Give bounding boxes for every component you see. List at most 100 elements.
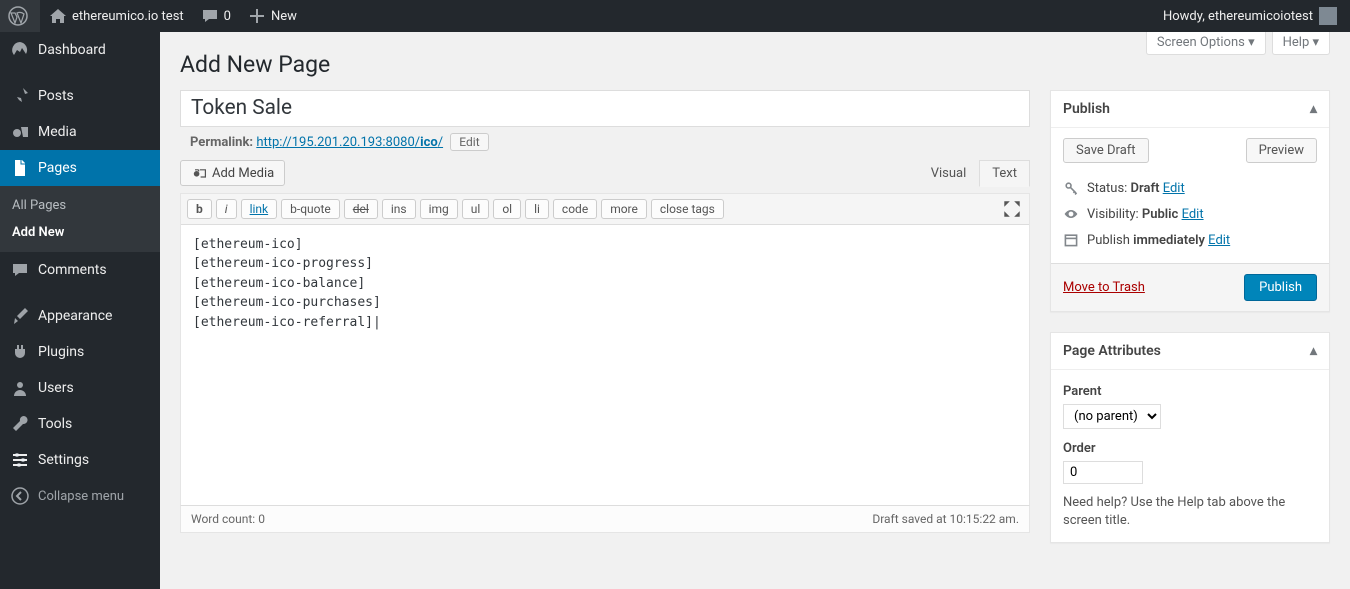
parent-select[interactable]: (no parent) xyxy=(1063,404,1161,429)
editor-tabs: Visual Text xyxy=(918,160,1030,187)
permalink-link[interactable]: http://195.201.20.193:8080/ico/ xyxy=(256,135,443,150)
media-icon xyxy=(10,122,30,142)
my-account[interactable]: Howdy, ethereumicoiotest xyxy=(1155,0,1345,32)
edit-slug-button[interactable]: Edit xyxy=(450,133,488,151)
save-draft-button[interactable]: Save Draft xyxy=(1063,138,1149,163)
qt-link[interactable]: link xyxy=(241,199,278,219)
sidebar-item-dashboard[interactable]: Dashboard xyxy=(0,32,160,68)
order-label: Order xyxy=(1063,441,1317,456)
sidebar-item-settings[interactable]: Settings xyxy=(0,442,160,478)
preview-button[interactable]: Preview xyxy=(1246,138,1317,163)
caret-up-icon: ▴ xyxy=(1310,343,1317,359)
new-content-link[interactable]: New xyxy=(239,0,305,32)
word-count: Word count: 0 xyxy=(191,512,265,526)
tab-text[interactable]: Text xyxy=(979,160,1030,187)
order-input[interactable] xyxy=(1063,461,1143,484)
collapse-label: Collapse menu xyxy=(38,489,124,504)
sidebar-label: Tools xyxy=(38,416,72,432)
comment-icon xyxy=(10,260,30,280)
edit-status-link[interactable]: Edit xyxy=(1163,181,1185,196)
admin-sidebar: Dashboard Posts Media Pages All Pages Ad… xyxy=(0,32,160,589)
brush-icon xyxy=(10,306,30,326)
admin-toolbar: ethereumico.io test 0 New Howdy, ethereu… xyxy=(0,0,1350,32)
qt-img[interactable]: img xyxy=(420,199,458,219)
move-to-trash-link[interactable]: Move to Trash xyxy=(1063,280,1145,295)
sidebar-item-pages[interactable]: Pages xyxy=(0,150,160,186)
qt-code[interactable]: code xyxy=(553,199,597,219)
content-textarea[interactable]: [ethereum-ico] [ethereum-ico-progress] [… xyxy=(181,225,1029,505)
caret-up-icon: ▴ xyxy=(1310,101,1317,117)
sidebar-item-plugins[interactable]: Plugins xyxy=(0,334,160,370)
qt-ol[interactable]: ol xyxy=(493,199,521,219)
add-media-button[interactable]: Add Media xyxy=(180,160,285,186)
publish-box-header[interactable]: Publish ▴ xyxy=(1051,91,1329,128)
help-button[interactable]: Help xyxy=(1272,32,1330,55)
screen-meta: Screen Options Help xyxy=(1146,32,1330,55)
sidebar-label: Settings xyxy=(38,452,89,468)
wrench-icon xyxy=(10,414,30,434)
avatar xyxy=(1319,7,1337,25)
qt-italic[interactable]: i xyxy=(216,199,237,219)
new-label: New xyxy=(271,9,297,24)
sidebar-item-appearance[interactable]: Appearance xyxy=(0,298,160,334)
home-icon xyxy=(48,6,68,26)
qt-close[interactable]: close tags xyxy=(651,199,724,219)
attrs-help-text: Need help? Use the Help tab above the sc… xyxy=(1063,494,1317,530)
sidebar-label: Dashboard xyxy=(38,42,106,58)
edit-schedule-link[interactable]: Edit xyxy=(1208,233,1230,248)
visibility-row: Visibility: Public Edit xyxy=(1063,201,1317,227)
fullscreen-icon[interactable] xyxy=(1001,198,1023,220)
attrs-box-title: Page Attributes xyxy=(1063,343,1161,359)
site-name-link[interactable]: ethereumico.io test xyxy=(40,0,192,32)
parent-label: Parent xyxy=(1063,384,1317,399)
sidebar-item-media[interactable]: Media xyxy=(0,114,160,150)
screen-options-button[interactable]: Screen Options xyxy=(1146,32,1266,55)
comment-icon xyxy=(200,6,220,26)
sidebar-label: Posts xyxy=(38,88,74,104)
collapse-menu[interactable]: Collapse menu xyxy=(0,478,160,514)
edit-visibility-link[interactable]: Edit xyxy=(1182,207,1204,222)
plus-icon xyxy=(247,6,267,26)
publish-button[interactable]: Publish xyxy=(1244,274,1317,301)
qt-bold[interactable]: b xyxy=(187,199,212,219)
sidebar-item-users[interactable]: Users xyxy=(0,370,160,406)
sidebar-sub-add-new[interactable]: Add New xyxy=(0,219,160,246)
collapse-icon xyxy=(10,486,30,506)
sliders-icon xyxy=(10,450,30,470)
qt-del[interactable]: del xyxy=(344,199,378,219)
add-media-label: Add Media xyxy=(212,166,274,181)
sidebar-item-comments[interactable]: Comments xyxy=(0,252,160,288)
howdy-label: Howdy, ethereumicoiotest xyxy=(1163,9,1313,24)
dashboard-icon xyxy=(10,40,30,60)
site-name-label: ethereumico.io test xyxy=(72,9,184,24)
sidebar-sub-all-pages[interactable]: All Pages xyxy=(0,192,160,219)
comments-link[interactable]: 0 xyxy=(192,0,239,32)
page-title-input[interactable] xyxy=(180,90,1030,127)
qt-more[interactable]: more xyxy=(601,199,647,219)
comments-count: 0 xyxy=(224,9,231,24)
tab-visual[interactable]: Visual xyxy=(918,160,980,187)
wp-logo[interactable] xyxy=(0,0,40,32)
page-attributes-box: Page Attributes ▴ Parent (no parent) Orde… xyxy=(1050,332,1330,543)
schedule-row: Publish immediately Edit xyxy=(1063,227,1317,253)
attrs-box-header[interactable]: Page Attributes ▴ xyxy=(1051,333,1329,370)
publish-box-title: Publish xyxy=(1063,101,1110,117)
permalink-label: Permalink: xyxy=(190,135,253,150)
qt-bquote[interactable]: b-quote xyxy=(281,199,340,219)
sidebar-label: Comments xyxy=(38,262,107,278)
eye-icon xyxy=(1063,206,1079,222)
autosave-status: Draft saved at 10:15:22 am. xyxy=(872,512,1019,526)
key-icon xyxy=(1063,180,1079,196)
sidebar-label: Appearance xyxy=(38,308,112,324)
publish-box: Publish▴ Save Draft Preview Status: Draf… xyxy=(1050,90,1330,312)
sidebar-item-tools[interactable]: Tools xyxy=(0,406,160,442)
camera-icon xyxy=(191,165,207,181)
sidebar-label: Pages xyxy=(38,160,77,176)
quicktags-toolbar: b i link b-quote del ins img ul ol li co… xyxy=(181,194,1029,225)
sidebar-submenu-pages: All Pages Add New xyxy=(0,186,160,252)
qt-ins[interactable]: ins xyxy=(382,199,416,219)
sidebar-item-posts[interactable]: Posts xyxy=(0,78,160,114)
qt-li[interactable]: li xyxy=(525,199,549,219)
qt-ul[interactable]: ul xyxy=(462,199,490,219)
sidebar-label: Plugins xyxy=(38,344,84,360)
